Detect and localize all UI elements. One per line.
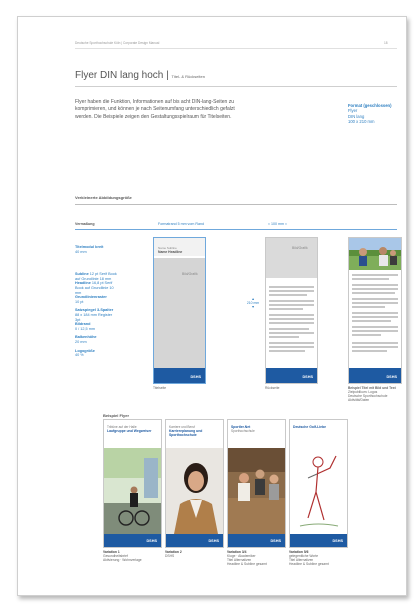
caption-back-page: Rückseite: [265, 386, 280, 390]
blue-bar: DSHS: [266, 368, 317, 383]
flyer-example: Deutsche Golf-Liebe DSHS: [289, 419, 348, 548]
back-page-mock: Bild/Grafik DSHS: [265, 237, 318, 384]
image-placeholder-label: Bild/Grafik: [182, 272, 198, 276]
blue-bar: DSHS: [166, 534, 223, 547]
back-image-area: [266, 238, 317, 278]
flyer-caption: Variation 2 DSHS: [165, 550, 182, 558]
dshs-logo: DSHS: [190, 375, 201, 379]
flyer-caption: Variation 5/6 gelegentliche Worte Titel …: [289, 550, 329, 566]
manual-page: Deutsche Sporthochschule Köln | Corporat…: [17, 16, 407, 596]
height-measure: ▲ 210 mm ▼: [246, 297, 260, 309]
flyer-photo: [228, 448, 285, 534]
blue-bar: DSHS: [104, 534, 161, 547]
spec-item: Logogröße 40 %: [75, 348, 95, 358]
spec-item: Satzspiegel 3-Spalter 88 x 184 mm Registe…: [75, 308, 114, 322]
mock-headline: Name Headline: [158, 250, 183, 254]
flyer-illustration: [290, 448, 347, 534]
satzspiegel-label: Formatrand: [158, 222, 177, 226]
page-title: Flyer DIN lang hoch | Titel- & Rückseite…: [75, 70, 205, 81]
format-info: Format (geschlossen) Flyer DIN lang 100 …: [348, 103, 398, 124]
flyer-photo: [104, 448, 161, 534]
satzspiegel-width: ≈ 100 mm ≈: [268, 222, 287, 226]
measure-rule: [75, 229, 397, 230]
title-rule: [75, 86, 397, 87]
spec-item: Grundlinienraster 10 pt: [75, 295, 107, 304]
spec-item: Headline 16,8 pt Serif Book auf Grundlin…: [75, 281, 114, 295]
example-back-page: DSHS: [348, 237, 402, 384]
flyer-example: Tribüne auf der Halle Laufgruppe und Wegw…: [103, 419, 162, 548]
flyer-caption: Variation 3/4 Kluge · Akademiker Titel A…: [227, 550, 267, 566]
title-page-mock: Name Subline Name Headline Bild/Grafik D…: [153, 237, 206, 384]
flyer-photo: [166, 448, 223, 534]
blue-bar: DSHS: [154, 368, 205, 383]
section-heading-flyer: Beispiel Flyer: [103, 413, 130, 418]
example-photo: [349, 238, 401, 270]
flyer-example: Sportler.Net Sporthochschule DSHS: [227, 419, 286, 548]
section-rule: [75, 204, 397, 205]
caption-example: Beispiel Titel mit Bild und Text Zielpub…: [348, 386, 396, 402]
spec-item: Balkenhöhe 20 mm: [75, 335, 97, 344]
blue-bar: DSHS: [228, 534, 285, 547]
page-number: 18: [384, 41, 388, 45]
title-main: Flyer DIN lang hoch |: [75, 70, 169, 81]
section-heading-scaled: Verkleinerte Abbildungsgröße: [75, 195, 132, 200]
measure-col-label: Vermaßung: [75, 222, 95, 226]
intro-text: Flyer haben die Funktion, Informationen …: [75, 99, 235, 120]
satzspiegel-info: Formatrand 5 mm vom Rand: [158, 222, 204, 226]
header-rule: [75, 48, 397, 49]
spec-item: Bildrand 0 / 12,5 mm: [75, 322, 96, 331]
spec-item: Subline 12 pt Serif Book auf Grundlinie …: [75, 272, 117, 281]
format-line: 100 x 210 mm: [348, 118, 375, 124]
back-image-label: Bild/Grafik: [292, 246, 308, 250]
blue-bar: DSHS: [349, 368, 401, 383]
spec-item: Titelmodul breit 40 mm: [75, 245, 104, 254]
flyer-example: Karriere und Beruf Karriereplanung und Sp…: [165, 419, 224, 548]
blue-bar: DSHS: [290, 534, 347, 547]
flyer-caption: Variation 1 Gesundheitsbrief Aktivierung…: [103, 550, 142, 562]
spec-list: Titelmodul breit 40 mm Subline 12 pt Seri…: [75, 245, 117, 358]
arrow-down-icon: ▼: [251, 305, 255, 309]
running-title: Deutsche Sporthochschule Köln | Corporat…: [75, 41, 160, 45]
satzspiegel-value: 5 mm vom Rand: [177, 222, 204, 226]
title-sub: Titel- & Rückseiten: [171, 74, 205, 79]
caption-title-page: Titelseite: [153, 386, 167, 390]
